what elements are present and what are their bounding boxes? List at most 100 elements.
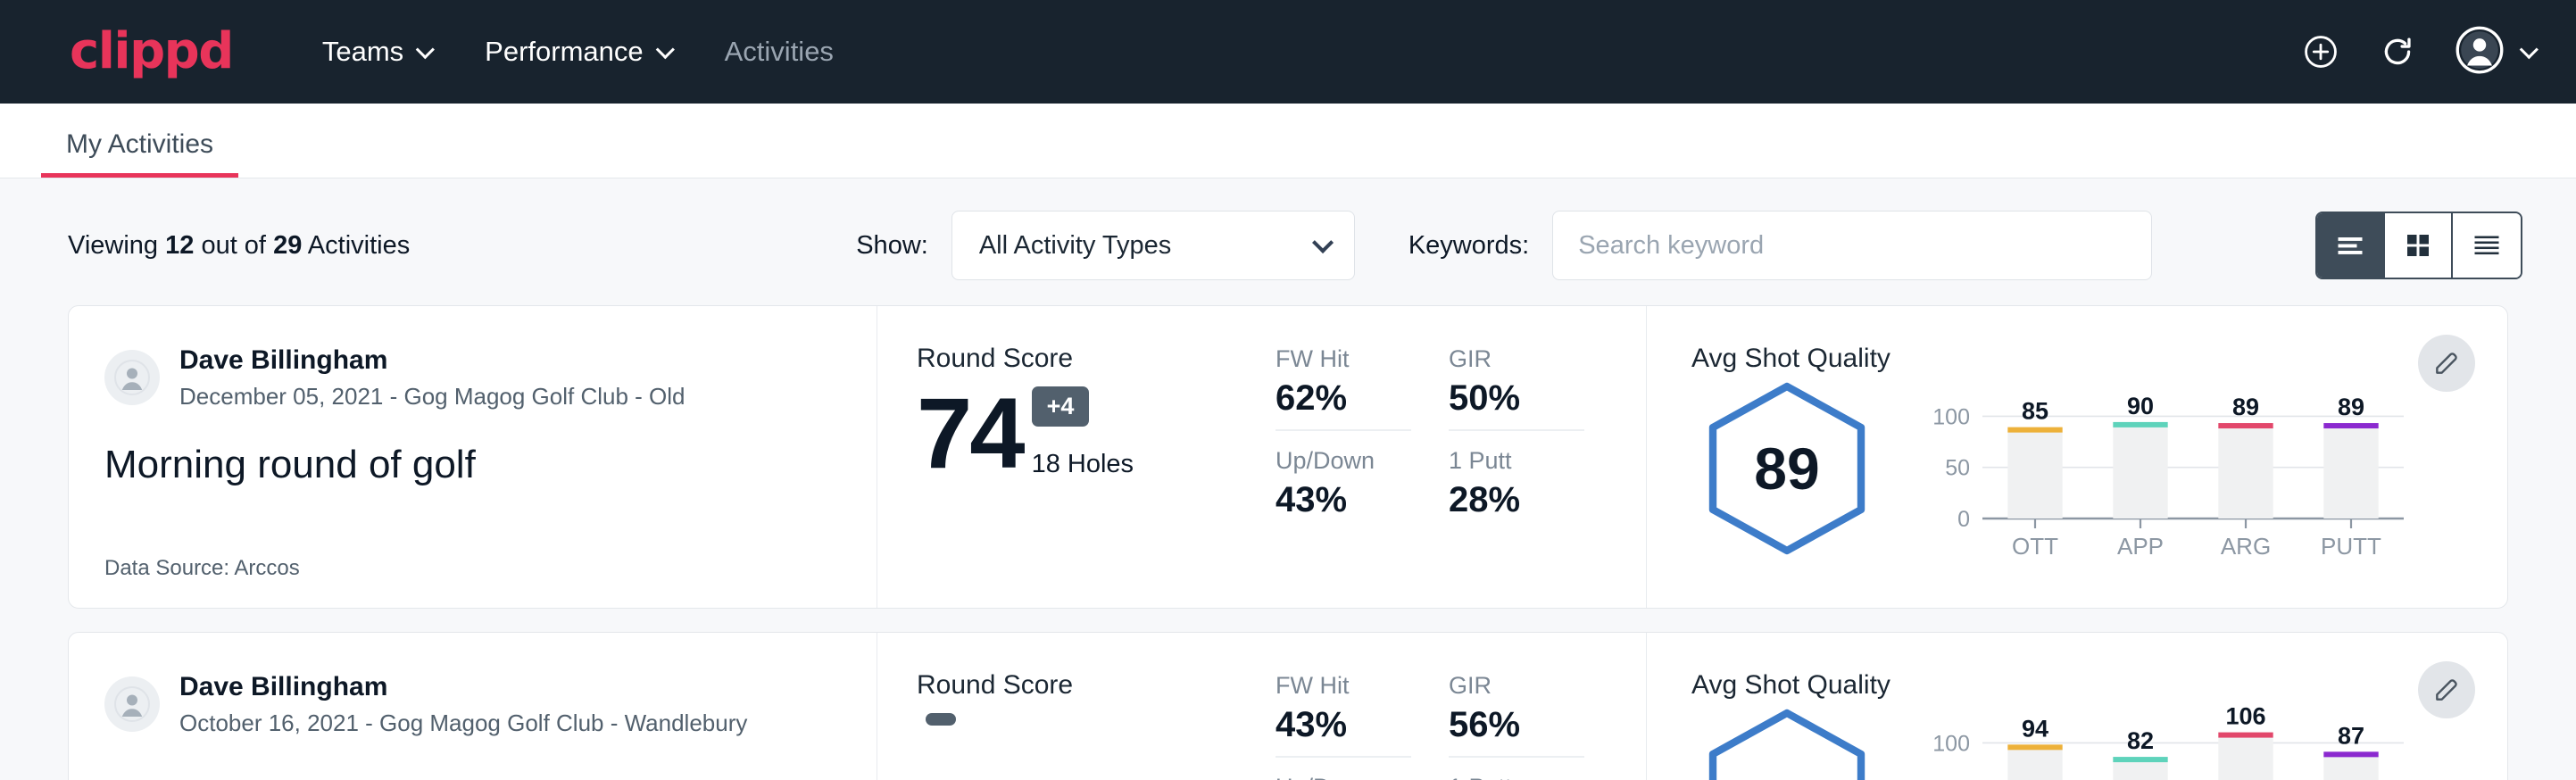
avg-shot-quality-label: Avg Shot Quality [1691, 670, 2472, 701]
nav-actions [2302, 26, 2533, 79]
stat-one-putt-label: 1 Putt [1449, 447, 1584, 475]
stat-one-putt: 1 Putt [1449, 774, 1584, 780]
activity-stats-grid: FW Hit 62% GIR 50% Up/Down 43% 1 Putt 28… [1276, 345, 1584, 581]
account-menu[interactable] [2456, 26, 2533, 79]
viewing-suffix: Activities [308, 231, 410, 260]
stat-up-down-value: 43% [1276, 480, 1411, 520]
activity-card-list: Dave Billingham December 05, 2021 - Gog … [0, 305, 2576, 780]
edit-activity-button[interactable] [2418, 661, 2475, 718]
stat-gir: GIR 50% [1449, 345, 1584, 431]
avg-shot-quality-body: 89 05010085OTT90APP89ARG89PUTT [1691, 379, 2472, 558]
svg-text:OTT: OTT [2012, 533, 2058, 558]
search-input[interactable] [1552, 211, 2152, 280]
grid-view-icon [2402, 229, 2434, 261]
svg-text:106: 106 [2225, 706, 2265, 730]
avg-shot-quality-label: Avg Shot Quality [1691, 344, 2472, 374]
svg-text:APP: APP [2117, 533, 2164, 558]
chevron-down-icon [2520, 40, 2539, 59]
stat-up-down-label: Up/Down [1276, 447, 1411, 475]
stat-up-down-label: Up/Down [1276, 774, 1411, 780]
svg-text:85: 85 [2022, 398, 2048, 425]
edit-activity-button[interactable] [2418, 335, 2475, 392]
score-differential-badge [926, 713, 956, 726]
view-mode-grid-button[interactable] [2385, 213, 2453, 278]
stat-gir: GIR 56% [1449, 672, 1584, 758]
pencil-icon [2432, 676, 2461, 704]
activity-user-name: Dave Billingham [179, 670, 747, 704]
svg-text:50: 50 [1945, 456, 1970, 481]
svg-text:89: 89 [2232, 394, 2259, 420]
shot-quality-bar-chart: 05010085OTT90APP89ARG89PUTT [1913, 379, 2413, 558]
activity-user-name: Dave Billingham [179, 344, 686, 378]
svg-text:100: 100 [1932, 404, 1970, 429]
activity-chart-column: Avg Shot Quality 89 05010085OTT90APP89AR… [1647, 306, 2507, 608]
pencil-icon [2432, 349, 2461, 378]
avatar [104, 350, 160, 405]
avg-shot-quality-hexagon: 89 [1691, 379, 1882, 558]
stat-up-down: Up/Down 43% [1276, 447, 1411, 531]
stat-fw-hit-label: FW Hit [1276, 345, 1411, 373]
stat-one-putt-value: 28% [1449, 480, 1584, 520]
activity-card[interactable]: Dave Billingham December 05, 2021 - Gog … [68, 305, 2508, 609]
round-score-block: Round Score [917, 670, 1256, 780]
viewing-count: 12 [165, 231, 194, 260]
stat-gir-label: GIR [1449, 345, 1584, 373]
activity-card[interactable]: Dave Billingham October 16, 2021 - Gog M… [68, 632, 2508, 780]
chevron-down-icon [416, 40, 435, 59]
round-score-label: Round Score [917, 670, 1256, 701]
activity-title: Morning round of golf [104, 443, 841, 487]
svg-text:100: 100 [1932, 731, 1970, 756]
activity-data-source: Data Source: Arccos [104, 556, 841, 581]
stat-one-putt-label: 1 Putt [1449, 774, 1584, 780]
view-mode-compact-button[interactable] [2453, 213, 2521, 278]
activity-score-column: Round Score 74 +4 18 Holes FW Hit 62% [877, 306, 1647, 608]
nav-item-teams-label: Teams [322, 36, 403, 68]
avg-shot-quality-value [1691, 706, 1882, 780]
stat-fw-hit-label: FW Hit [1276, 672, 1411, 700]
shot-quality-bar-chart: 05010094OTT82APP106ARG87PUTT [1913, 706, 2413, 780]
clippd-logo[interactable]: clippd [70, 27, 233, 77]
viewing-prefix: Viewing [68, 231, 158, 260]
round-score-label: Round Score [917, 344, 1256, 374]
stat-fw-hit-value: 43% [1276, 705, 1411, 745]
svg-text:87: 87 [2338, 722, 2364, 749]
tab-my-activities-label: My Activities [66, 129, 213, 159]
nav-item-performance-label: Performance [485, 36, 643, 68]
plus-circle-icon[interactable] [2302, 33, 2339, 71]
activity-meta: October 16, 2021 - Gog Magog Golf Club -… [179, 708, 747, 739]
filter-toolbar: Viewing 12 out of 29 Activities Show: Al… [0, 178, 2576, 305]
account-avatar-icon [2456, 26, 2504, 79]
stat-fw-hit: FW Hit 43% [1276, 672, 1411, 758]
viewing-summary: Viewing 12 out of 29 Activities [68, 231, 410, 261]
round-score-block: Round Score 74 +4 18 Holes [917, 344, 1256, 581]
svg-text:89: 89 [2338, 394, 2364, 420]
compact-view-icon [2471, 229, 2503, 261]
page-content: Viewing 12 out of 29 Activities Show: Al… [0, 178, 2576, 780]
avg-shot-quality-body: 05010094OTT82APP106ARG87PUTT [1691, 706, 2472, 780]
nav-item-teams[interactable]: Teams [319, 27, 433, 77]
activity-type-select-value: All Activity Types [979, 231, 1171, 261]
list-view-icon [2334, 229, 2366, 261]
keywords-group: Keywords: [1408, 211, 2152, 280]
viewing-total: 29 [273, 231, 302, 260]
refresh-icon[interactable] [2379, 33, 2416, 71]
activity-meta: December 05, 2021 - Gog Magog Golf Club … [179, 381, 686, 412]
svg-text:82: 82 [2127, 727, 2154, 754]
round-score-value-row [917, 713, 1256, 749]
activity-info-column: Dave Billingham October 16, 2021 - Gog M… [69, 633, 877, 780]
round-score-value-row: 74 +4 18 Holes [917, 386, 1256, 479]
viewing-middle: out of [201, 231, 266, 260]
activity-info-column: Dave Billingham December 05, 2021 - Gog … [69, 306, 877, 608]
activity-stats-grid: FW Hit 43% GIR 56% Up/Down 1 Putt [1276, 672, 1584, 780]
stat-fw-hit-value: 62% [1276, 378, 1411, 419]
score-differential-badge: +4 [1032, 386, 1090, 427]
chevron-down-icon [1312, 231, 1334, 253]
nav-item-activities[interactable]: Activities [721, 27, 837, 77]
nav-item-performance[interactable]: Performance [481, 27, 672, 77]
activity-score-column: Round Score FW Hit 43% [877, 633, 1647, 780]
activity-type-select[interactable]: All Activity Types [951, 211, 1355, 280]
tab-my-activities[interactable]: My Activities [41, 129, 238, 178]
svg-text:0: 0 [1957, 507, 1970, 532]
view-mode-list-button[interactable] [2317, 213, 2385, 278]
holes-label: 18 Holes [1032, 450, 1134, 479]
